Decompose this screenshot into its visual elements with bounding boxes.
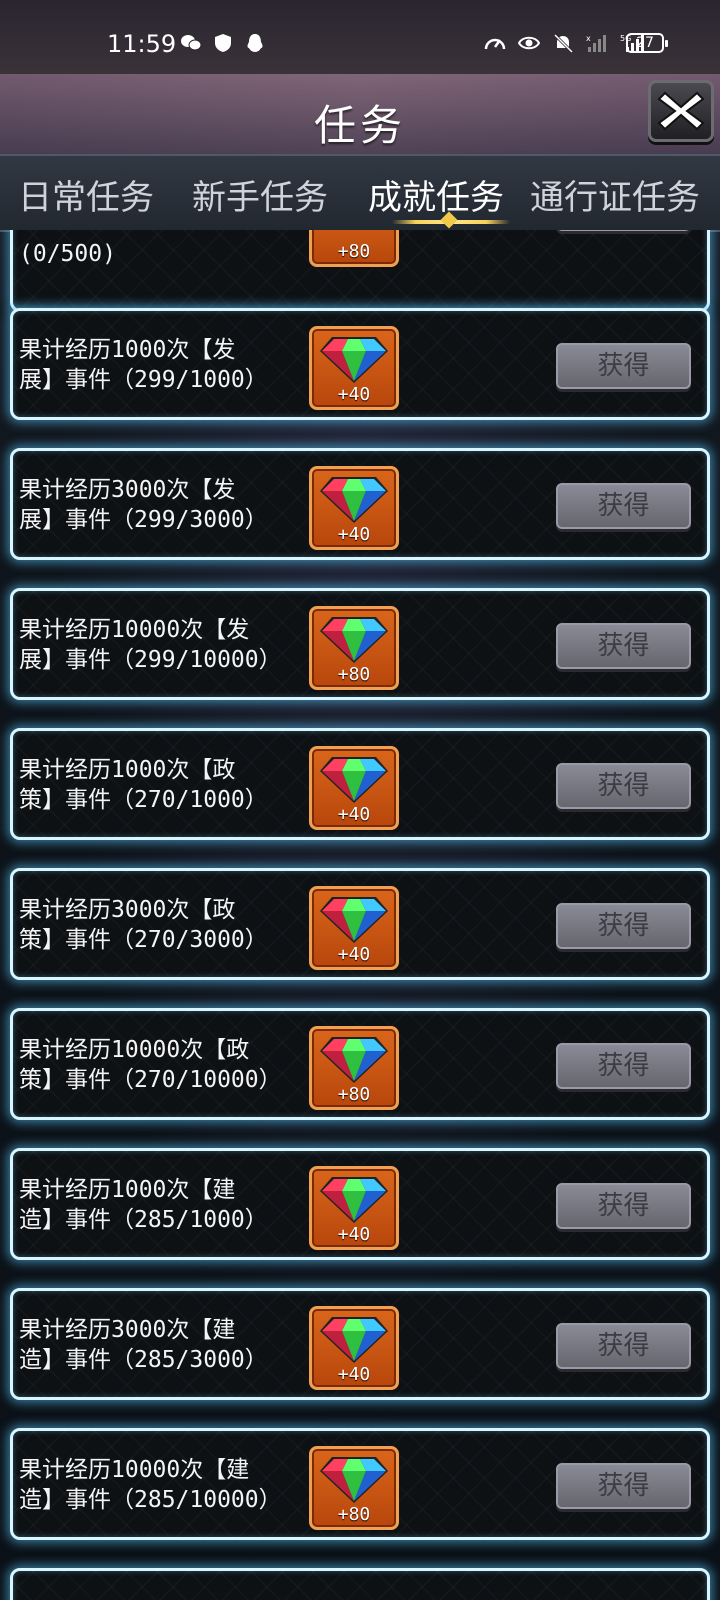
shield-icon bbox=[215, 34, 231, 52]
task-description: 果计经历1000次【建 造】事件（285/1000） bbox=[19, 1177, 268, 1233]
reward-box: +80 bbox=[309, 230, 399, 267]
task-card: 果计经历10000次【政 策】事件（270/10000） +80 获得 bbox=[10, 1008, 710, 1120]
task-description: (0/500) bbox=[19, 241, 116, 267]
reward-box: +80 bbox=[309, 1446, 399, 1530]
wechat-icon bbox=[181, 35, 202, 51]
screen: 11:59 x 5G 27 任务 日常任务 新手任务 成就任务 通行证任务 (0… bbox=[0, 0, 720, 1600]
claim-button[interactable]: 获得 bbox=[556, 230, 691, 231]
reward-box: +40 bbox=[309, 1306, 399, 1390]
claim-button[interactable]: 获得 bbox=[556, 483, 691, 529]
claim-button[interactable]: 获得 bbox=[556, 1043, 691, 1089]
gem-icon bbox=[320, 617, 388, 663]
reward-box: +80 bbox=[309, 606, 399, 690]
task-description: 果计经历1000次【政 策】事件（270/1000） bbox=[19, 757, 268, 813]
reward-amount: +40 bbox=[337, 1364, 371, 1385]
gem-icon bbox=[320, 1177, 388, 1223]
svg-text:x: x bbox=[586, 34, 591, 43]
claim-button[interactable]: 获得 bbox=[556, 343, 691, 389]
signal-x-icon: x bbox=[586, 34, 606, 52]
title-bar: 任务 bbox=[0, 74, 720, 154]
task-description: 果计经历10000次【发 展】事件（299/10000） bbox=[19, 617, 282, 673]
gem-icon bbox=[320, 337, 388, 383]
task-card: 果计经历3000次【建 造】事件（285/3000） +40 获得 bbox=[10, 1288, 710, 1400]
task-card-partial: (0/500) +80 获得 bbox=[10, 230, 710, 312]
task-list[interactable]: (0/500) +80 获得 果计经历1000次【发 展】事件（299/1000… bbox=[0, 230, 720, 1600]
eye-icon bbox=[518, 36, 540, 50]
close-icon bbox=[657, 91, 705, 131]
gem-icon bbox=[320, 477, 388, 523]
task-card: 果计经历3000次【发 展】事件（299/3000） +40 获得 bbox=[10, 448, 710, 560]
claim-button[interactable]: 获得 bbox=[556, 903, 691, 949]
speedometer-icon bbox=[484, 38, 506, 50]
reward-amount: +40 bbox=[337, 384, 371, 405]
reward-box: +40 bbox=[309, 326, 399, 410]
reward-box: +40 bbox=[309, 746, 399, 830]
status-bar: 11:59 x 5G 27 bbox=[0, 0, 720, 74]
claim-button[interactable]: 获得 bbox=[556, 763, 691, 809]
gem-icon bbox=[320, 897, 388, 943]
tab-achievement[interactable]: 成就任务 bbox=[368, 170, 504, 219]
gem-icon bbox=[320, 1037, 388, 1083]
task-description: 果计经历3000次【政 策】事件（270/3000） bbox=[19, 897, 268, 953]
gem-icon bbox=[320, 1457, 388, 1503]
reward-amount: +80 bbox=[337, 1084, 371, 1105]
reward-amount: +40 bbox=[337, 1224, 371, 1245]
tab-pass[interactable]: 通行证任务 bbox=[530, 170, 700, 219]
claim-button[interactable]: 获得 bbox=[556, 1183, 691, 1229]
status-left-icons bbox=[180, 33, 266, 53]
page-title: 任务 bbox=[313, 101, 406, 150]
tab-daily[interactable]: 日常任务 bbox=[18, 170, 154, 219]
task-description: 果计经历10000次【政 策】事件（270/10000） bbox=[19, 1037, 282, 1093]
task-description: 果计经历3000次【建 造】事件（285/3000） bbox=[19, 1317, 268, 1373]
task-card: 果计经历10000次【建 造】事件（285/10000） +80 获得 bbox=[10, 1428, 710, 1540]
reward-amount: +40 bbox=[337, 944, 371, 965]
reward-amount: +80 bbox=[337, 664, 371, 685]
tab-bar: 日常任务 新手任务 成就任务 通行证任务 bbox=[0, 154, 720, 232]
task-description: 果计经历10000次【建 造】事件（285/10000） bbox=[19, 1457, 282, 1513]
task-card: 果计经历10000次【发 展】事件（299/10000） +80 获得 bbox=[10, 588, 710, 700]
status-time: 11:59 bbox=[107, 30, 177, 58]
task-card: 果计经历3000次【政 策】事件（270/3000） +40 获得 bbox=[10, 868, 710, 980]
gem-icon bbox=[320, 1317, 388, 1363]
reward-box: +80 bbox=[309, 1026, 399, 1110]
reward-amount: +80 bbox=[337, 1504, 371, 1525]
claim-button[interactable]: 获得 bbox=[556, 1463, 691, 1509]
reward-box: +40 bbox=[309, 886, 399, 970]
task-card-partial-bottom bbox=[10, 1568, 710, 1600]
status-right-icons: x 5G bbox=[484, 33, 646, 53]
tab-beginner[interactable]: 新手任务 bbox=[192, 170, 328, 219]
reward-amount: +40 bbox=[337, 804, 371, 825]
reward-box: +40 bbox=[309, 466, 399, 550]
close-button[interactable] bbox=[648, 80, 714, 142]
gem-icon bbox=[320, 757, 388, 803]
bell-off-icon bbox=[553, 33, 574, 53]
reward-amount: +40 bbox=[337, 524, 371, 545]
claim-button[interactable]: 获得 bbox=[556, 623, 691, 669]
task-description: 果计经历3000次【发 展】事件（299/3000） bbox=[19, 477, 268, 533]
qq-icon bbox=[247, 34, 263, 52]
reward-amount: +80 bbox=[337, 241, 371, 262]
battery-indicator: 27 bbox=[626, 33, 668, 53]
task-card: 果计经历1000次【建 造】事件（285/1000） +40 获得 bbox=[10, 1148, 710, 1260]
task-card: 果计经历1000次【政 策】事件（270/1000） +40 获得 bbox=[10, 728, 710, 840]
task-card: 果计经历1000次【发 展】事件（299/1000） +40 获得 bbox=[10, 308, 710, 420]
claim-button[interactable]: 获得 bbox=[556, 1323, 691, 1369]
task-description: 果计经历1000次【发 展】事件（299/1000） bbox=[19, 337, 268, 393]
reward-box: +40 bbox=[309, 1166, 399, 1250]
